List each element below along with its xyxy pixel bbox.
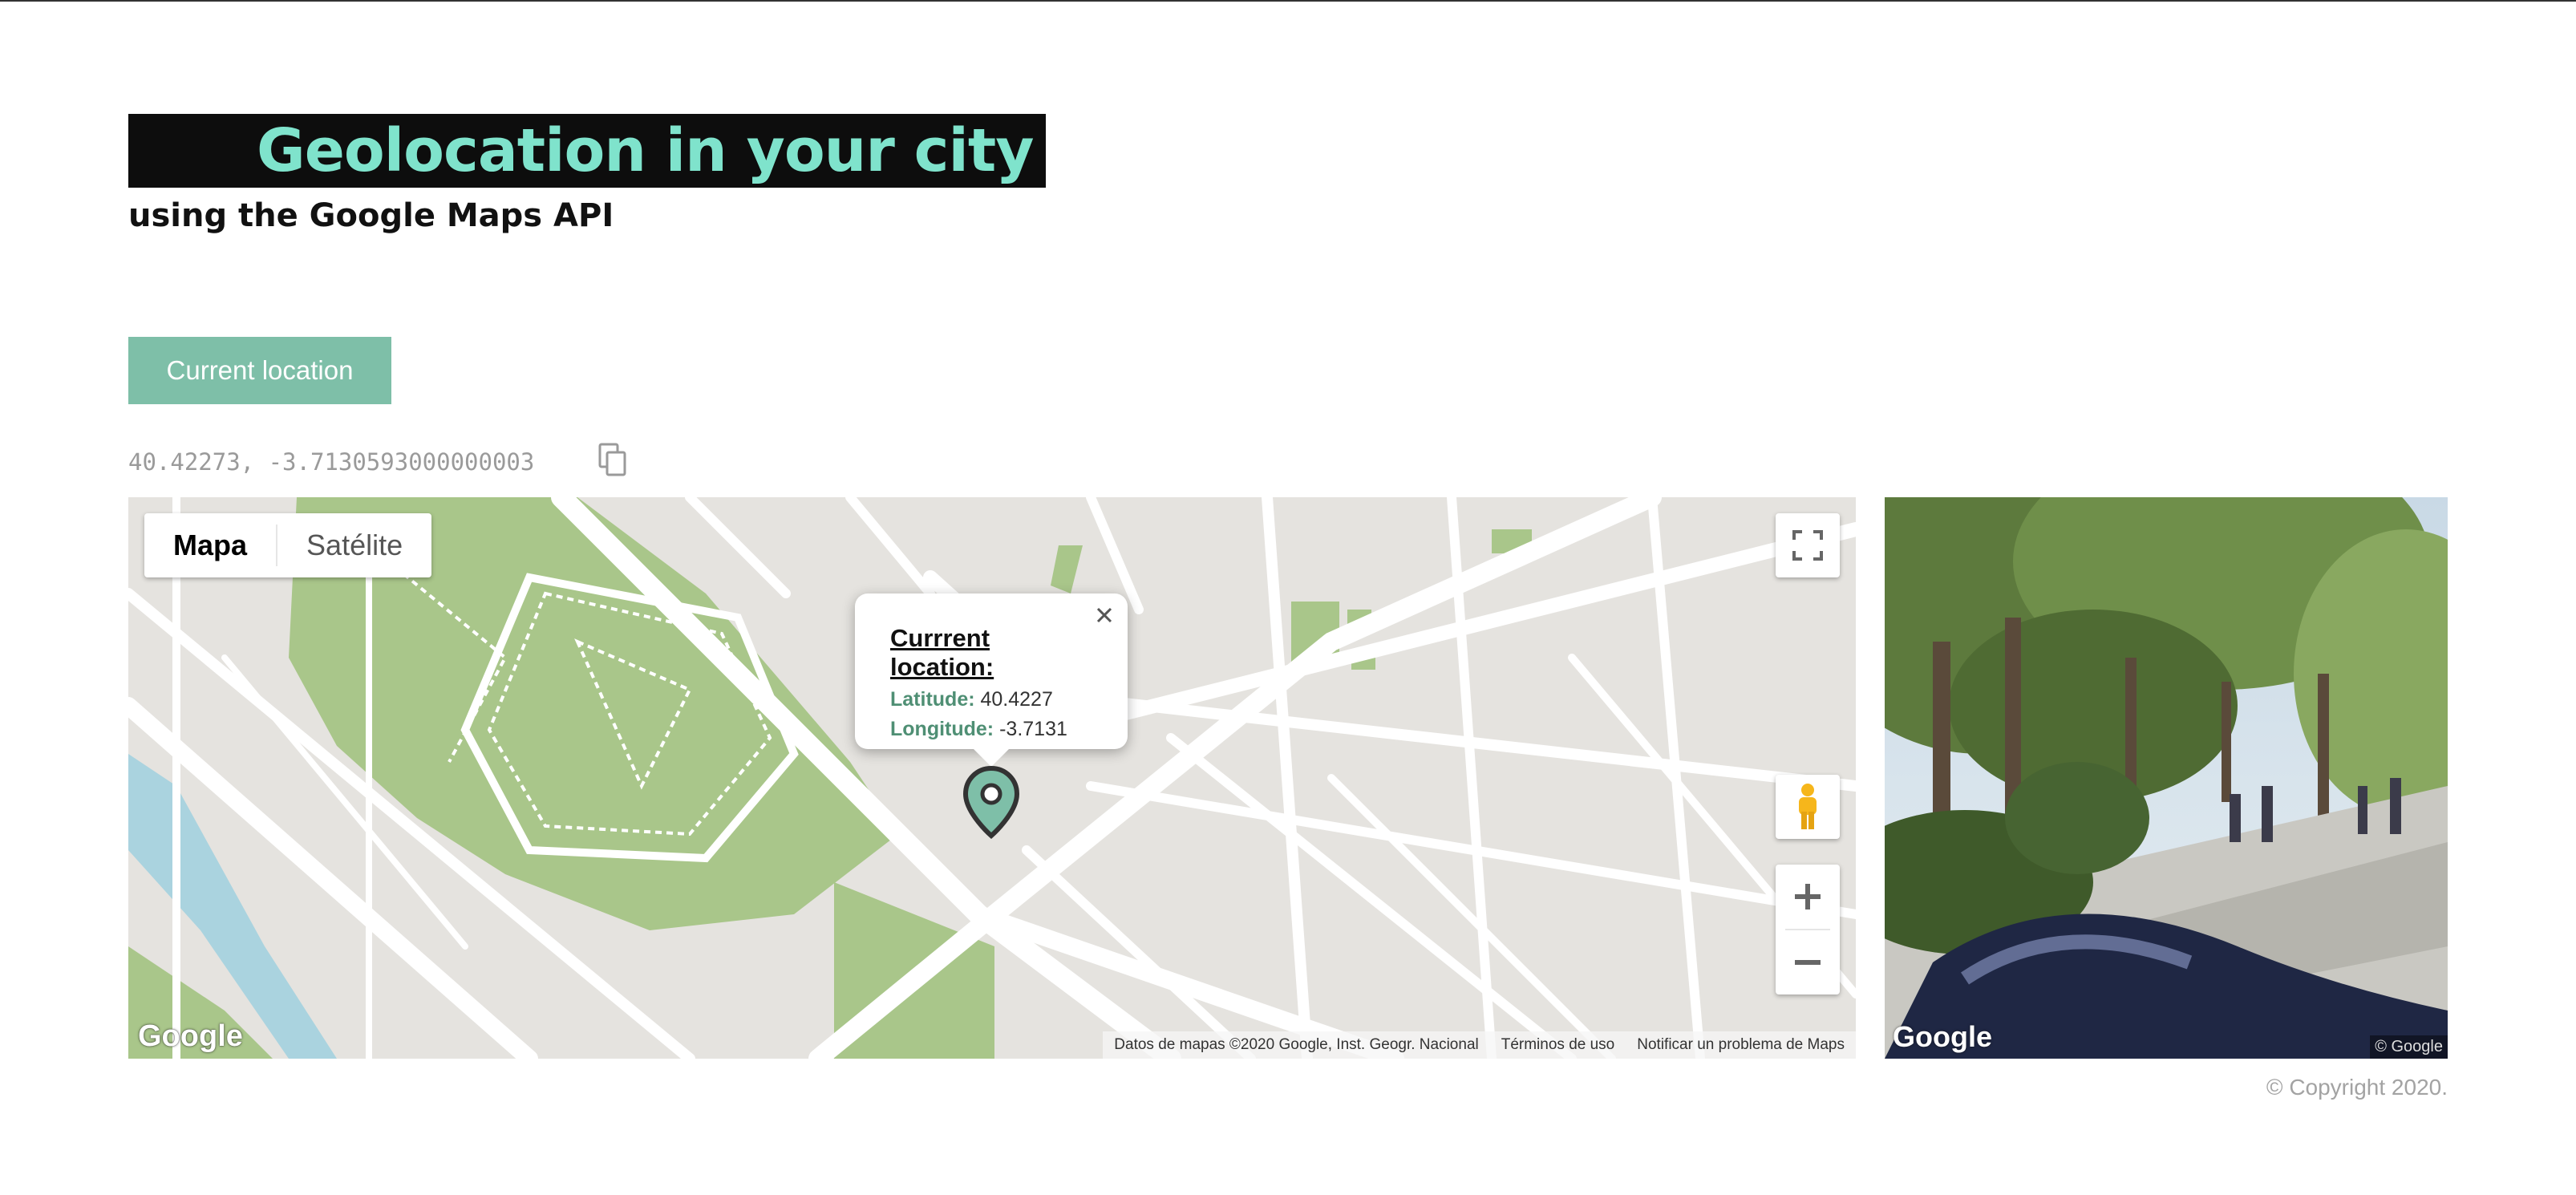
longitude-value: -3.7131: [999, 718, 1067, 740]
pegman-icon: [1799, 784, 1817, 829]
coordinates-readout: 40.42273, -3.7130593000000003: [128, 448, 535, 476]
map-type-option-satellite[interactable]: Satélite: [277, 513, 431, 577]
info-window-title: Currrent location:: [890, 624, 994, 681]
copy-icon[interactable]: [597, 443, 629, 478]
plus-icon: [1795, 884, 1821, 909]
street-view-copyright: © Google: [2370, 1035, 2448, 1059]
location-marker-icon[interactable]: [962, 765, 1020, 839]
longitude-row: Longitude: -3.7131: [890, 718, 1092, 741]
map-data-credit: Datos de mapas ©2020 Google, Inst. Geogr…: [1114, 1036, 1479, 1053]
latitude-row: Latitude: 40.4227: [890, 688, 1092, 711]
footer-copyright: © Copyright 2020.: [2266, 1075, 2448, 1100]
street-view-panorama[interactable]: Google © Google: [1885, 497, 2448, 1059]
fullscreen-button[interactable]: [1776, 513, 1840, 577]
page-subtitle: using the Google Maps API: [128, 197, 614, 234]
street-view-scene: [1885, 497, 2448, 1059]
page-title: Geolocation in your city: [257, 116, 1034, 185]
report-problem-link[interactable]: Notificar un problema de Maps: [1626, 1036, 1856, 1054]
minus-icon: [1795, 960, 1821, 965]
top-rule: [0, 0, 2576, 2]
longitude-label: Longitude:: [890, 718, 994, 740]
info-window: Currrent location: Latitude: 40.4227 Lon…: [855, 593, 1128, 767]
street-view-pegman-button[interactable]: [1776, 775, 1840, 839]
zoom-out-button[interactable]: [1776, 930, 1840, 994]
latitude-label: Latitude:: [890, 688, 975, 711]
map-type-control: Mapa Satélite: [144, 513, 432, 577]
fullscreen-icon: [1792, 530, 1823, 561]
google-logo: Google: [138, 1019, 243, 1053]
map-view[interactable]: Mapa Satélite Currrent location: Latitud…: [128, 497, 1856, 1059]
zoom-in-button[interactable]: [1776, 865, 1840, 929]
current-location-button[interactable]: Current location: [128, 337, 391, 404]
zoom-control: [1776, 865, 1840, 994]
terms-link[interactable]: Términos de uso: [1490, 1036, 1626, 1054]
latitude-value: 40.4227: [980, 688, 1053, 711]
street-view-google-logo: Google: [1893, 1020, 1992, 1053]
map-type-option-map[interactable]: Mapa: [144, 513, 276, 577]
close-icon[interactable]: [1092, 603, 1116, 627]
map-attribution: Datos de mapas ©2020 Google, Inst. Geogr…: [1103, 1031, 1856, 1059]
